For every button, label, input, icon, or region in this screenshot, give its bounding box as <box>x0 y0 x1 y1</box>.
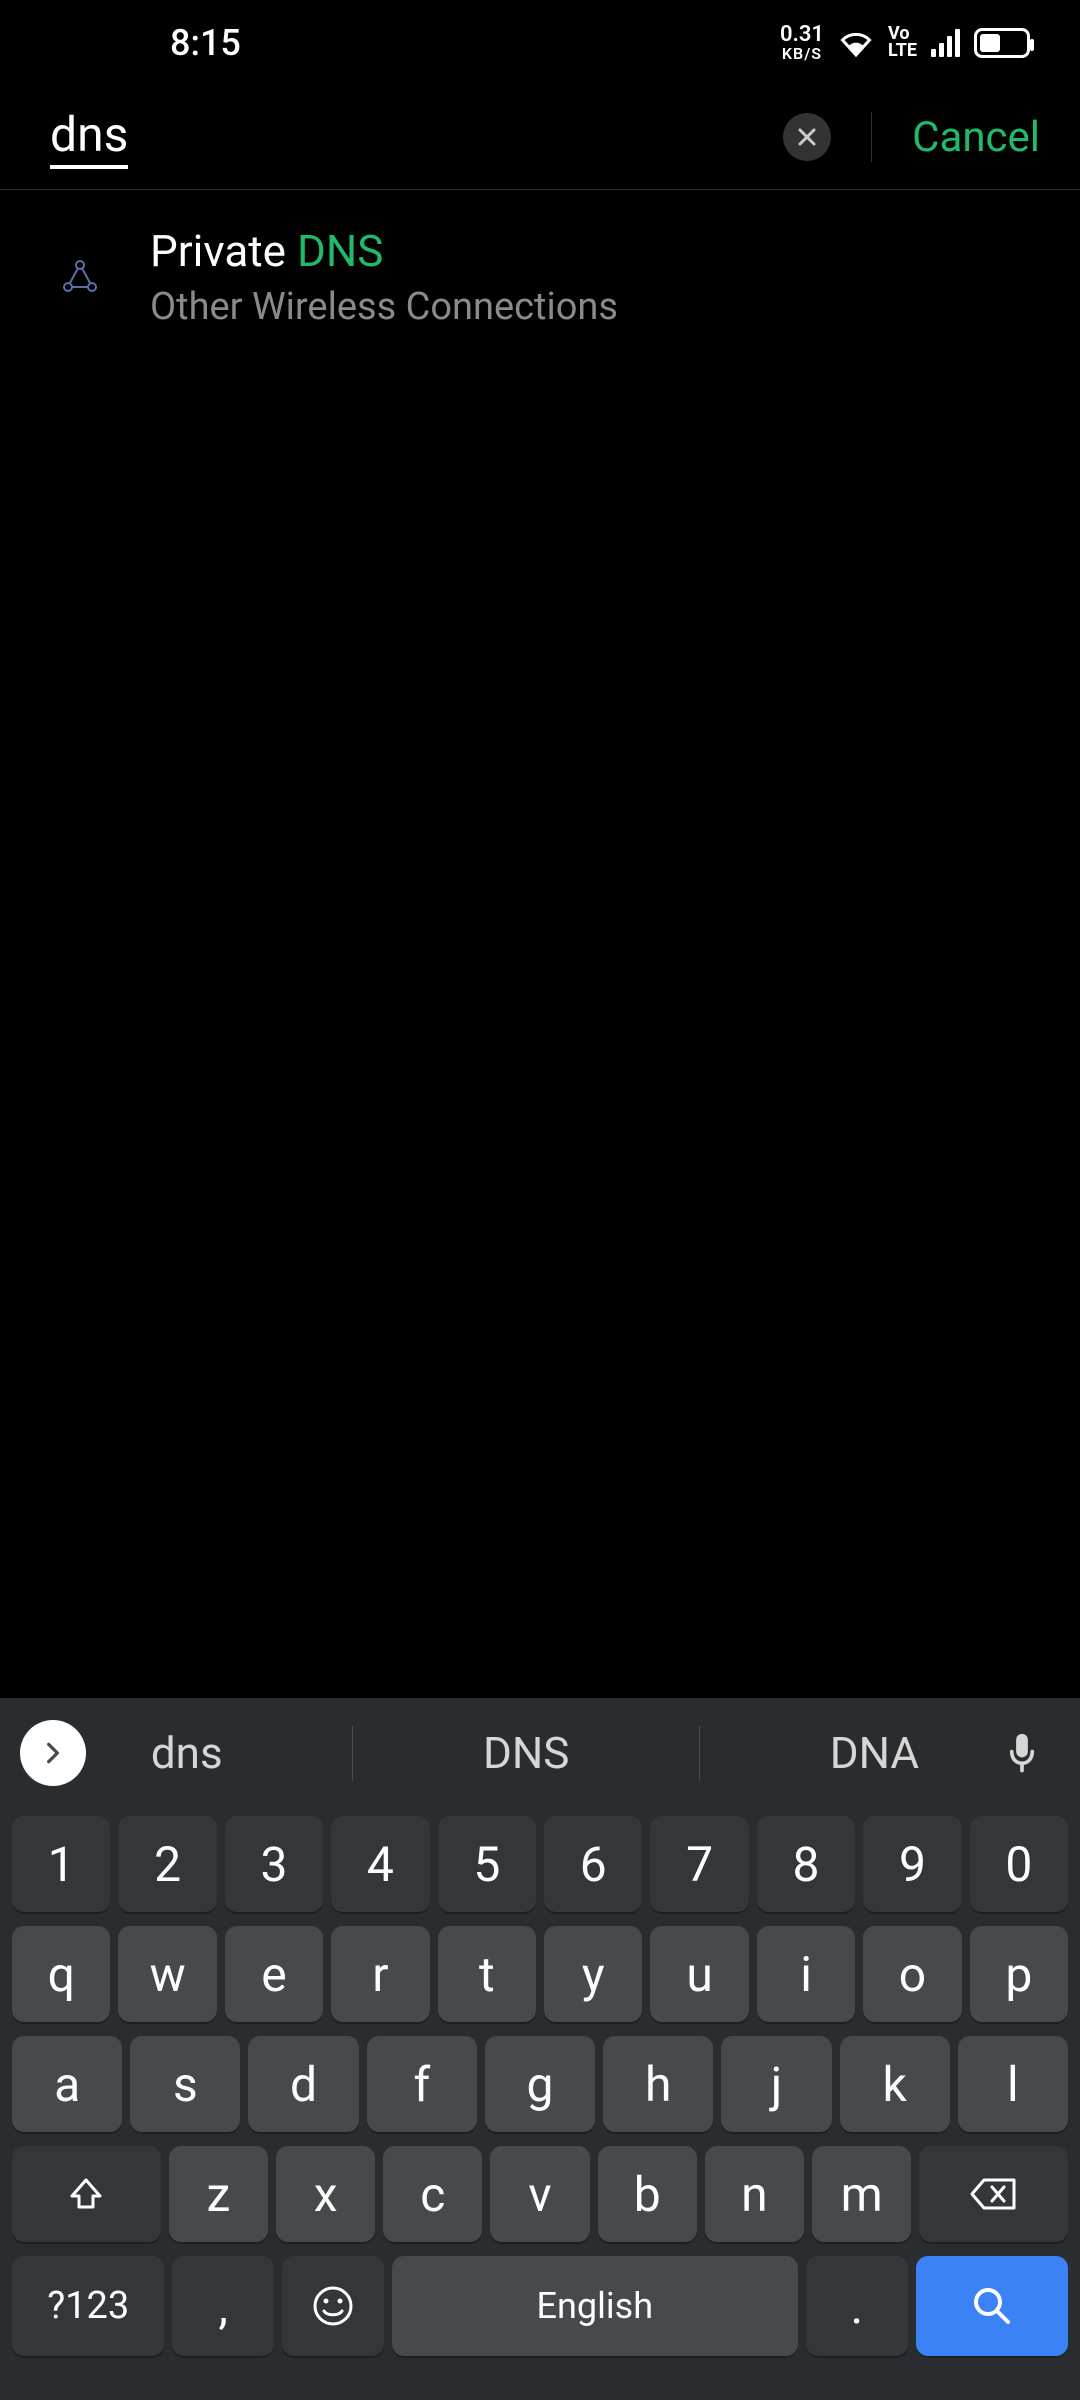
key-i[interactable]: i <box>757 1926 855 2022</box>
key-a[interactable]: a <box>12 2036 122 2132</box>
key-2[interactable]: 2 <box>118 1816 216 1912</box>
key-7[interactable]: 7 <box>650 1816 748 1912</box>
key-d[interactable]: d <box>248 2036 358 2132</box>
result-subtitle: Other Wireless Connections <box>150 285 618 329</box>
key-w[interactable]: w <box>118 1926 216 2022</box>
key-g[interactable]: g <box>485 2036 595 2132</box>
keyboard-row-numbers: 1 2 3 4 5 6 7 8 9 0 <box>12 1816 1068 1912</box>
key-6[interactable]: 6 <box>544 1816 642 1912</box>
key-f[interactable]: f <box>367 2036 477 2132</box>
result-title: Private DNS <box>150 225 618 277</box>
symbols-key[interactable]: ?123 <box>12 2256 164 2356</box>
key-t[interactable]: t <box>438 1926 536 2022</box>
backspace-key[interactable] <box>919 2146 1068 2242</box>
emoji-icon <box>311 2284 355 2328</box>
keyboard-row-3: z x c v b n m <box>12 2146 1068 2242</box>
period-key[interactable]: . <box>806 2256 908 2356</box>
search-key[interactable] <box>916 2256 1068 2356</box>
search-header: dns Cancel <box>0 85 1080 190</box>
keyboard-row-bottom: ?123 , English . <box>12 2256 1068 2356</box>
key-b[interactable]: b <box>598 2146 697 2242</box>
key-u[interactable]: u <box>650 1926 748 2022</box>
shift-icon <box>66 2174 106 2214</box>
wifi-icon <box>838 28 874 58</box>
status-indicators: 0.31 KB/S Vo LTE <box>780 24 1030 62</box>
close-icon <box>796 126 818 148</box>
suggestion-item[interactable]: DNA <box>830 1727 919 1779</box>
key-3[interactable]: 3 <box>225 1816 323 1912</box>
search-result-item[interactable]: Private DNS Other Wireless Connections <box>0 190 1080 364</box>
key-j[interactable]: j <box>721 2036 831 2132</box>
key-8[interactable]: 8 <box>757 1816 855 1912</box>
key-v[interactable]: v <box>490 2146 589 2242</box>
chevron-right-icon <box>40 1740 66 1766</box>
key-r[interactable]: r <box>331 1926 429 2022</box>
backspace-icon <box>970 2176 1018 2212</box>
suggestion-bar: dns DNS DNA <box>0 1698 1080 1808</box>
search-input[interactable]: dns <box>50 106 128 169</box>
volte-indicator: Vo LTE <box>888 26 917 58</box>
cancel-button[interactable]: Cancel <box>912 113 1040 162</box>
divider <box>352 1726 353 1781</box>
status-time: 8:15 <box>170 22 241 64</box>
keyboard-row-1: q w e r t y u i o p <box>12 1926 1068 2022</box>
key-h[interactable]: h <box>603 2036 713 2132</box>
soft-keyboard: dns DNS DNA 1 2 3 4 5 6 7 8 <box>0 1698 1080 2400</box>
network-speed-indicator: 0.31 KB/S <box>780 24 824 62</box>
battery-icon <box>974 28 1030 58</box>
search-icon <box>970 2284 1014 2328</box>
shift-key[interactable] <box>12 2146 161 2242</box>
key-z[interactable]: z <box>169 2146 268 2242</box>
key-o[interactable]: o <box>863 1926 961 2022</box>
signal-icon <box>931 29 960 57</box>
key-y[interactable]: y <box>544 1926 642 2022</box>
share-network-icon <box>50 247 110 307</box>
key-c[interactable]: c <box>383 2146 482 2242</box>
key-k[interactable]: k <box>840 2036 950 2132</box>
key-p[interactable]: p <box>970 1926 1068 2022</box>
key-s[interactable]: s <box>130 2036 240 2132</box>
expand-suggestions-button[interactable] <box>20 1720 86 1786</box>
space-key[interactable]: English <box>392 2256 798 2356</box>
mic-icon <box>1004 1731 1040 1775</box>
emoji-key[interactable] <box>282 2256 384 2356</box>
status-bar: 8:15 0.31 KB/S Vo LTE <box>0 0 1080 85</box>
suggestion-list: dns DNS DNA <box>86 1726 984 1781</box>
keyboard-row-2: a s d f g h j k l <box>12 2036 1068 2132</box>
key-e[interactable]: e <box>225 1926 323 2022</box>
comma-key[interactable]: , <box>172 2256 274 2356</box>
key-5[interactable]: 5 <box>438 1816 536 1912</box>
key-m[interactable]: m <box>812 2146 911 2242</box>
voice-input-button[interactable] <box>984 1731 1060 1775</box>
suggestion-item[interactable]: DNS <box>483 1727 569 1779</box>
result-text: Private DNS Other Wireless Connections <box>150 225 618 329</box>
key-l[interactable]: l <box>958 2036 1068 2132</box>
divider <box>699 1726 700 1781</box>
key-4[interactable]: 4 <box>331 1816 429 1912</box>
key-x[interactable]: x <box>276 2146 375 2242</box>
key-1[interactable]: 1 <box>12 1816 110 1912</box>
key-n[interactable]: n <box>705 2146 804 2242</box>
key-9[interactable]: 9 <box>863 1816 961 1912</box>
suggestion-item[interactable]: dns <box>151 1727 223 1779</box>
clear-search-button[interactable] <box>783 113 831 161</box>
key-0[interactable]: 0 <box>970 1816 1068 1912</box>
divider <box>871 112 872 162</box>
key-q[interactable]: q <box>12 1926 110 2022</box>
